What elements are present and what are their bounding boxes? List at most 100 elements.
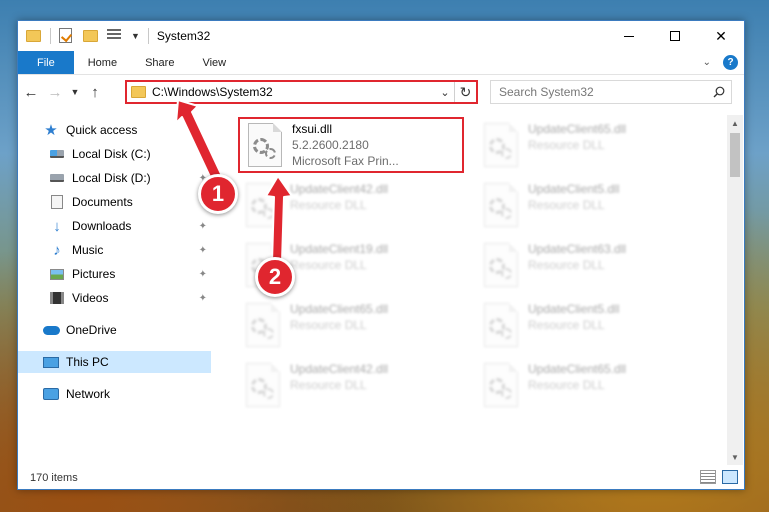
sidebar-item-local-disk-c[interactable]: Local Disk (C:) ✦: [18, 143, 211, 165]
close-button[interactable]: ✕: [698, 21, 744, 51]
minimize-icon: [624, 35, 634, 37]
folder-icon: [26, 28, 42, 44]
tab-share[interactable]: Share: [131, 51, 188, 74]
dll-file-icon: [484, 363, 518, 407]
forward-arrow-icon: →: [47, 83, 63, 101]
file-type: Resource DLL: [290, 318, 367, 332]
file-explorer-window: ▼ System32 ✕ File Home Share View ⌄ ? ← …: [17, 20, 745, 490]
file-tile[interactable]: UpdateClient65.dll Resource DLL: [476, 359, 702, 415]
customize-toolbar-caret-icon[interactable]: ▼: [131, 31, 140, 41]
vertical-scrollbar[interactable]: ▲ ▼: [727, 115, 743, 465]
sidebar-item-local-disk-d[interactable]: Local Disk (D:) ✦: [18, 167, 211, 189]
properties-icon[interactable]: [107, 28, 123, 44]
up-button[interactable]: ↑: [84, 81, 106, 103]
pin-icon[interactable]: ✦: [199, 269, 207, 280]
address-bar[interactable]: C:\Windows\System32 ⌄ ↻: [125, 80, 478, 104]
file-type: Resource DLL: [528, 258, 605, 272]
step-callout-two: 2: [255, 257, 295, 297]
file-name: UpdateClient5.dll: [528, 182, 620, 196]
file-type: Resource DLL: [290, 258, 367, 272]
documents-icon: [48, 194, 66, 210]
file-version: 5.2.2600.2180: [292, 138, 369, 152]
pin-icon[interactable]: ✦: [199, 293, 207, 304]
back-button[interactable]: ←: [20, 81, 42, 103]
status-bar: 170 items: [18, 467, 744, 489]
dll-file-icon: [248, 123, 282, 167]
ribbon-right-controls: ⌄ ?: [703, 51, 744, 74]
file-name: fxsui.dll: [292, 122, 333, 136]
sidebar-item-label: Downloads: [72, 219, 132, 233]
address-dropdown-chevron-icon[interactable]: ⌄: [436, 86, 454, 99]
file-tile[interactable]: UpdateClient5.dll Resource DLL: [476, 299, 702, 355]
sidebar-item-label: Music: [72, 243, 104, 257]
scroll-up-arrow-icon[interactable]: ▲: [727, 115, 743, 131]
toolbar-divider: [147, 28, 149, 44]
file-tile[interactable]: UpdateClient42.dll Resource DLL: [238, 359, 464, 415]
scroll-thumb[interactable]: [730, 133, 740, 177]
sidebar-item-pictures[interactable]: Pictures ✦: [18, 263, 211, 285]
minimize-button[interactable]: [606, 21, 652, 51]
sidebar-item-label: Local Disk (C:): [72, 147, 151, 161]
dll-file-icon: [246, 363, 280, 407]
refresh-button[interactable]: ↻: [454, 82, 476, 102]
file-name: UpdateClient5.dll: [528, 302, 620, 316]
sidebar-item-quick-access[interactable]: ★ Quick access: [18, 119, 211, 141]
file-type: Resource DLL: [528, 378, 605, 392]
sidebar-item-onedrive[interactable]: OneDrive: [18, 319, 211, 341]
search-icon[interactable]: [707, 86, 731, 98]
file-tile[interactable]: UpdateClient5.dll Resource DLL: [476, 179, 702, 235]
dll-file-icon: [246, 183, 280, 227]
sidebar-item-videos[interactable]: Videos ✦: [18, 287, 211, 309]
file-tile-fxsui[interactable]: fxsui.dll 5.2.2600.2180 Microsoft Fax Pr…: [238, 117, 464, 173]
pictures-icon: [48, 266, 66, 282]
search-box[interactable]: [490, 80, 732, 104]
sidebar-item-downloads[interactable]: ↓ Downloads ✦: [18, 215, 211, 237]
tab-view[interactable]: View: [188, 51, 240, 74]
file-tile[interactable]: UpdateClient42.dll Resource DLL: [238, 179, 464, 235]
sidebar-item-this-pc[interactable]: This PC: [18, 351, 211, 373]
close-icon: ✕: [715, 27, 727, 44]
file-type: Resource DLL: [528, 138, 605, 152]
sidebar-item-documents[interactable]: Documents ✦: [18, 191, 211, 213]
file-tile[interactable]: UpdateClient65.dll Resource DLL: [476, 119, 702, 175]
window-controls: ✕: [606, 21, 744, 51]
dll-file-icon: [484, 303, 518, 347]
pin-icon[interactable]: ✦: [199, 221, 207, 232]
up-arrow-icon: ↑: [91, 83, 99, 101]
dll-file-icon: [246, 303, 280, 347]
dll-file-icon: [484, 183, 518, 227]
file-name: UpdateClient19.dll: [290, 242, 389, 256]
view-switcher: [700, 470, 738, 484]
navigation-pane: ★ Quick access Local Disk (C:) ✦ Local D…: [18, 115, 211, 465]
drive-icon: [48, 146, 66, 162]
details-view-icon[interactable]: [700, 470, 716, 484]
address-path[interactable]: C:\Windows\System32: [152, 85, 436, 99]
tab-home[interactable]: Home: [74, 51, 131, 74]
new-folder-icon[interactable]: [83, 28, 99, 44]
properties-check-icon[interactable]: [59, 28, 75, 44]
maximize-icon: [670, 31, 680, 41]
sidebar-item-label: Videos: [72, 291, 109, 305]
search-input[interactable]: [499, 85, 707, 99]
help-icon[interactable]: ?: [723, 55, 738, 70]
pin-icon[interactable]: ✦: [199, 245, 207, 256]
file-type: Resource DLL: [290, 378, 367, 392]
expand-ribbon-chevron-icon[interactable]: ⌄: [703, 57, 711, 68]
recent-locations-button[interactable]: ▼: [68, 81, 82, 103]
sidebar-item-network[interactable]: Network: [18, 383, 211, 405]
file-tile[interactable]: UpdateClient63.dll Resource DLL: [476, 239, 702, 295]
file-name: UpdateClient42.dll: [290, 182, 389, 196]
large-icons-view-icon[interactable]: [722, 470, 738, 484]
forward-button[interactable]: →: [44, 81, 66, 103]
sidebar-item-label: OneDrive: [66, 323, 117, 337]
pin-icon[interactable]: ✦: [199, 149, 207, 160]
maximize-button[interactable]: [652, 21, 698, 51]
dll-file-icon: [484, 243, 518, 287]
tab-file[interactable]: File: [18, 51, 74, 74]
file-tile[interactable]: UpdateClient65.dll Resource DLL: [238, 299, 464, 355]
item-count: 170 items: [30, 472, 78, 484]
download-icon: ↓: [53, 217, 61, 235]
sidebar-item-label: Network: [66, 387, 111, 401]
sidebar-item-music[interactable]: ♪ Music ✦: [18, 239, 211, 261]
scroll-down-arrow-icon[interactable]: ▼: [727, 449, 743, 465]
